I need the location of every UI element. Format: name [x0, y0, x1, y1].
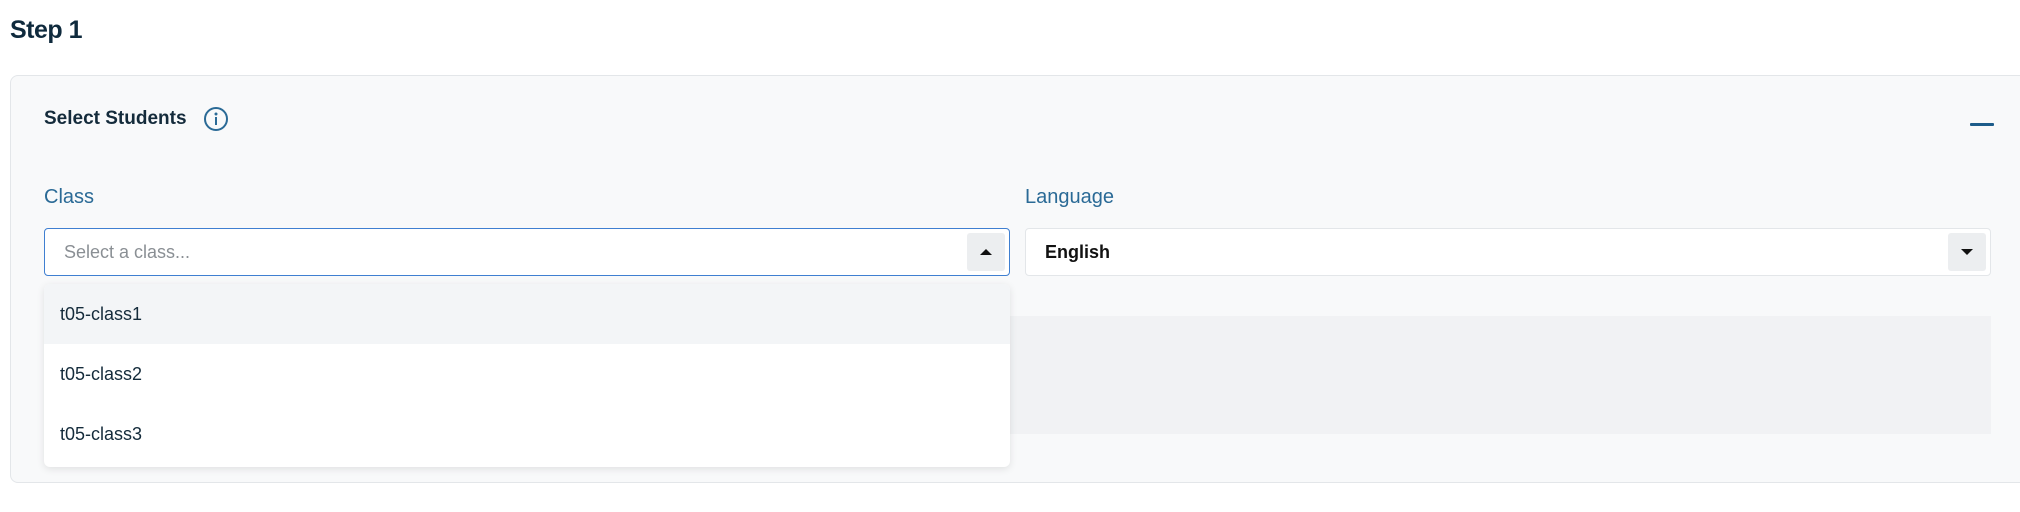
- class-select[interactable]: Select a class...: [44, 228, 1010, 276]
- class-label: Class: [44, 186, 95, 208]
- select-students-card: Select Students Class Language Select a …: [10, 75, 2020, 483]
- collapse-button[interactable]: [1967, 114, 1997, 134]
- language-select[interactable]: English: [1025, 228, 1991, 276]
- class-select-toggle[interactable]: [967, 233, 1005, 271]
- language-label: Language: [1025, 186, 1114, 208]
- class-option[interactable]: t05-class3: [44, 404, 1010, 464]
- info-icon[interactable]: [203, 106, 229, 132]
- caret-up-icon: [980, 249, 992, 255]
- page: Step 1 Select Students Class Language Se…: [0, 0, 2020, 512]
- class-option[interactable]: t05-class1: [44, 284, 1010, 344]
- class-dropdown-menu: t05-class1 t05-class2 t05-class3: [44, 284, 1010, 467]
- language-select-toggle[interactable]: [1948, 233, 1986, 271]
- minus-icon: [1970, 122, 1994, 126]
- content-placeholder-area: [1010, 316, 1991, 434]
- step-title: Step 1: [10, 16, 83, 44]
- caret-down-icon: [1961, 249, 1973, 255]
- class-select-placeholder: Select a class...: [64, 241, 191, 262]
- card-title: Select Students: [44, 108, 187, 129]
- language-select-value: English: [1045, 241, 1111, 262]
- class-option[interactable]: t05-class2: [44, 344, 1010, 404]
- card-header: Select Students: [44, 106, 229, 132]
